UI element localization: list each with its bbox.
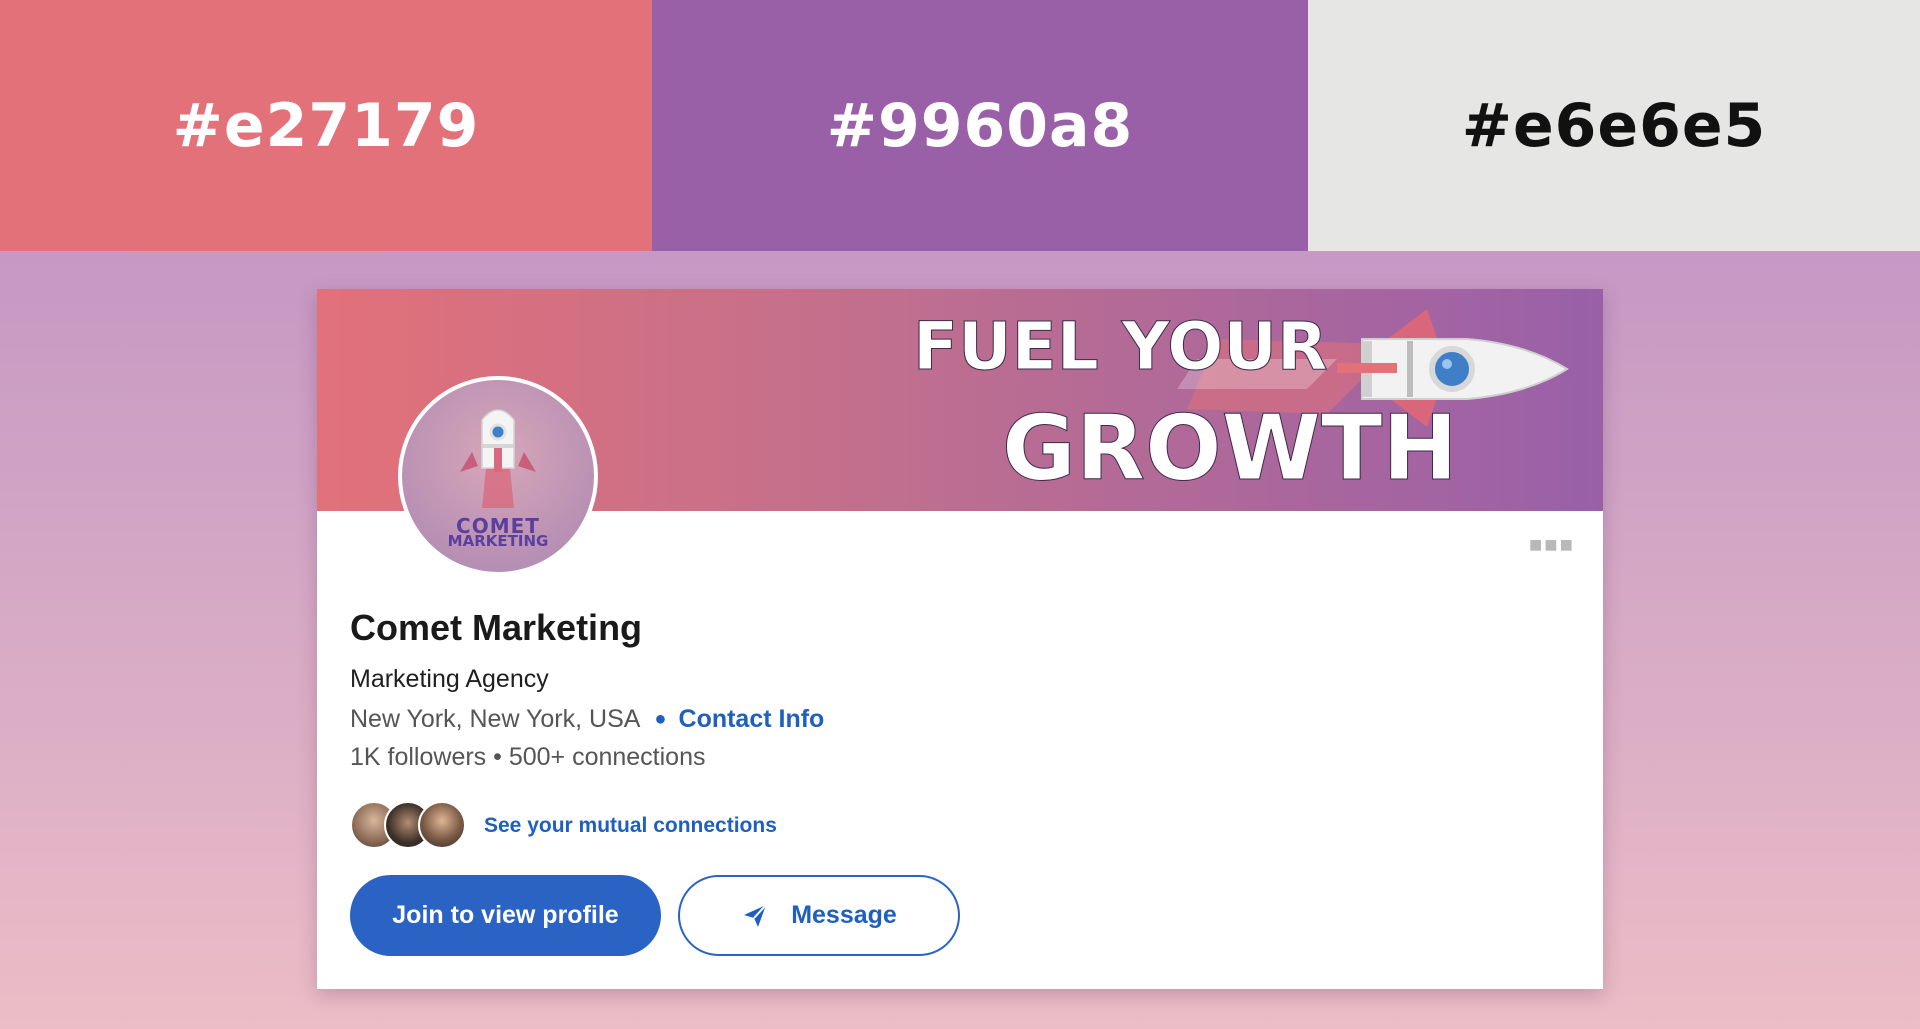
contact-info-link[interactable]: Contact Info xyxy=(679,705,825,734)
logo-text-line2: MARKETING xyxy=(447,532,549,550)
join-to-view-profile-button[interactable]: Join to view profile xyxy=(350,875,661,956)
swatch-3: #e6e6e5 xyxy=(1308,0,1920,251)
location-row: New York, New York, USA ● Contact Info xyxy=(350,705,824,734)
follower-stats: 1K followers • 500+ connections xyxy=(350,743,706,771)
send-icon xyxy=(744,903,767,927)
separator-dot: ● xyxy=(654,708,667,730)
swatch-2: #9960a8 xyxy=(652,0,1308,251)
more-options-icon[interactable]: ■■■ xyxy=(1529,532,1575,558)
mutual-avatars xyxy=(350,800,470,852)
mutual-connections-link[interactable]: See your mutual connections xyxy=(484,814,777,838)
company-location: New York, New York, USA xyxy=(350,705,641,733)
banner-headline-2: GROWTH xyxy=(1002,396,1458,501)
company-logo: COMET MARKETING xyxy=(398,376,598,576)
company-profile-card: FUEL YOUR GROWTH COMET MARKETING ■■■ Com… xyxy=(317,289,1603,989)
company-name: Comet Marketing xyxy=(350,607,643,648)
banner-headline-1: FUEL YOUR xyxy=(913,308,1328,385)
swatch-1: #e27179 xyxy=(0,0,652,251)
message-button-label: Message xyxy=(791,901,897,929)
company-industry: Marketing Agency xyxy=(350,665,549,693)
mutual-connections[interactable]: See your mutual connections xyxy=(350,800,777,852)
color-palette: #e27179 #9960a8 #e6e6e5 xyxy=(0,0,1920,251)
message-button[interactable]: Message xyxy=(678,875,960,956)
avatar xyxy=(418,801,466,849)
